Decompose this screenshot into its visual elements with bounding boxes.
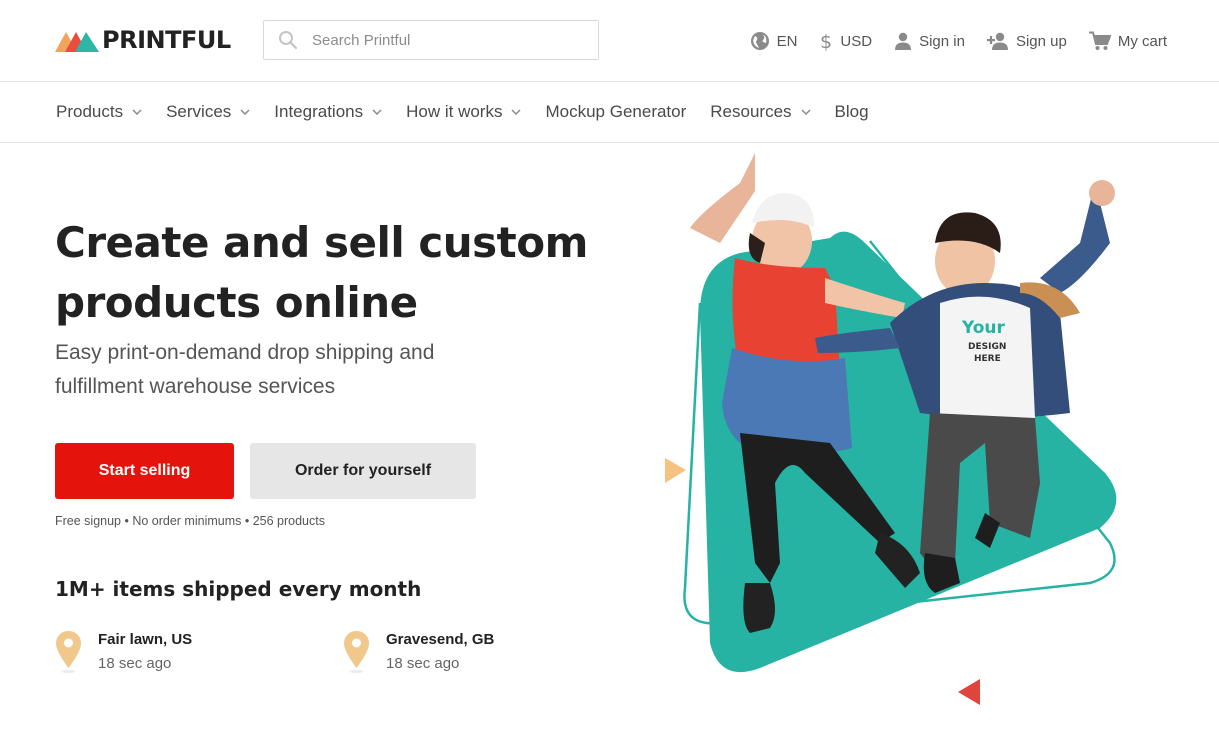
cart-icon <box>1088 31 1111 50</box>
header-actions: EN $ USD Sign in Sign up My cart <box>750 28 1167 54</box>
nav-item-mockup-generator[interactable]: Mockup Generator <box>545 102 686 122</box>
main-nav: Products Services Integrations How it wo… <box>0 82 1219 143</box>
printful-logo[interactable]: PRINTFUL <box>55 26 231 54</box>
chevron-down-icon <box>511 109 522 115</box>
hero-people-image: Your DESIGN HERE <box>665 153 1117 705</box>
map-pin-icon <box>56 631 81 674</box>
nav-item-label: Blog <box>834 102 869 121</box>
shirt-text-here: HERE <box>974 354 1001 364</box>
start-selling-button[interactable]: Start selling <box>55 443 234 499</box>
chevron-down-icon <box>132 109 142 115</box>
logo-text: PRINTFUL <box>102 26 231 54</box>
order-for-yourself-button[interactable]: Order for yourself <box>250 443 476 499</box>
nav-item-blog[interactable]: Blog <box>835 102 869 122</box>
nav-item-label: Resources <box>710 102 792 121</box>
currency-label: USD <box>840 32 873 50</box>
search-box[interactable] <box>263 20 599 60</box>
order-city: Fair lawn, US <box>98 631 193 648</box>
shirt-text-design: DESIGN <box>968 342 1006 352</box>
nav-item-services[interactable]: Services <box>166 102 250 122</box>
order-time: 18 sec ago <box>386 655 460 672</box>
hero-subtitle-line-2: fulfillment warehouse services <box>55 375 336 398</box>
search-input[interactable] <box>312 31 582 49</box>
svg-text:$: $ <box>820 31 832 52</box>
nav-item-how-it-works[interactable]: How it works <box>406 102 522 122</box>
nav-item-label: Mockup Generator <box>545 102 687 121</box>
sign-up-label: Sign up <box>1015 32 1067 50</box>
user-icon <box>895 32 912 50</box>
sign-in-link[interactable]: Sign in <box>894 32 965 50</box>
recent-order-card: Fair lawn, US 18 sec ago <box>55 630 192 676</box>
dollar-icon: $ <box>820 31 832 52</box>
order-time: 18 sec ago <box>98 655 172 672</box>
chevron-down-icon <box>372 109 382 115</box>
search-icon <box>279 31 298 50</box>
nav-item-label: Services <box>166 102 232 121</box>
shirt-text-your: Your <box>961 318 1006 338</box>
hero-subtitle: Easy print-on-demand drop shipping and f… <box>55 336 535 404</box>
red-triangle-accent <box>958 679 980 705</box>
currency-selector[interactable]: $ USD <box>819 30 872 52</box>
order-city: Gravesend, GB <box>386 631 495 648</box>
printful-logo-mark-icon <box>55 32 99 52</box>
recent-order-card: Gravesend, GB 18 sec ago <box>343 630 494 676</box>
sign-up-link[interactable]: Sign up <box>986 32 1067 50</box>
hero-subtitle-line-1: Easy print-on-demand drop shipping and <box>55 341 435 364</box>
shipping-headline: 1M+ items shipped every month <box>55 577 422 601</box>
sign-in-label: Sign in <box>919 32 965 50</box>
nav-item-label: Products <box>56 102 124 121</box>
chevron-down-icon <box>240 109 250 115</box>
hero-title-line-1: Create and sell custom <box>55 218 588 267</box>
language-label: EN <box>776 32 798 50</box>
cart-link[interactable]: My cart <box>1088 31 1167 51</box>
map-pin-icon <box>344 631 369 674</box>
globe-icon <box>750 32 769 50</box>
cart-label: My cart <box>1117 32 1167 50</box>
language-selector[interactable]: EN <box>750 31 798 51</box>
yellow-triangle-accent <box>665 458 686 483</box>
nav-list: Products Services Integrations How it wo… <box>56 102 893 122</box>
nav-item-products[interactable]: Products <box>56 102 142 122</box>
nav-item-label: Integrations <box>274 102 364 121</box>
hero-title: Create and sell custom products online <box>55 213 615 333</box>
nav-item-integrations[interactable]: Integrations <box>274 102 382 122</box>
signup-fine-print: Free signup • No order minimums • 256 pr… <box>55 514 325 528</box>
nav-item-label: How it works <box>406 102 503 121</box>
user-plus-icon <box>986 32 1008 50</box>
hero-illustration: Your DESIGN HERE <box>640 143 1219 738</box>
chevron-down-icon <box>801 109 811 115</box>
hero-title-line-2: products online <box>55 278 418 327</box>
top-bar: PRINTFUL EN $ USD S <box>0 0 1219 82</box>
nav-item-resources[interactable]: Resources <box>710 102 811 122</box>
